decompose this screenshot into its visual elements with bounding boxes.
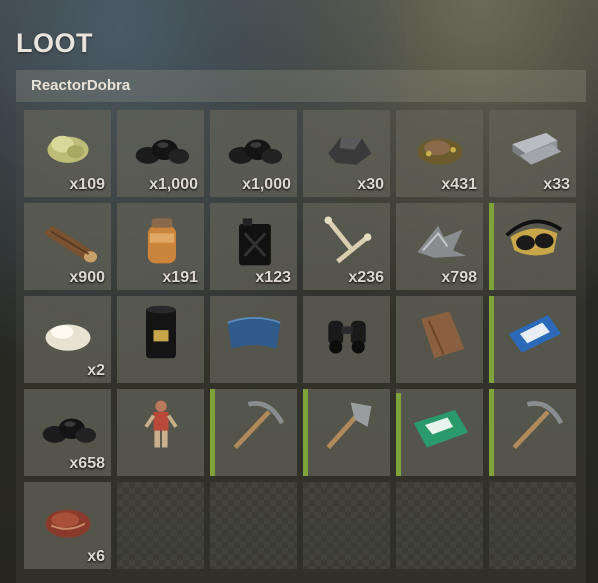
item-quantity: x236 [348, 269, 384, 286]
jerrycan-icon [239, 218, 271, 266]
item-quantity: x33 [543, 176, 570, 193]
inventory-slot[interactable] [117, 296, 204, 383]
item-quantity: x900 [69, 269, 105, 286]
inventory-slot[interactable] [303, 296, 390, 383]
inventory-slot[interactable] [396, 296, 483, 383]
pickaxe-icon [512, 401, 564, 450]
oil-barrel-icon [146, 305, 176, 359]
inventory-slot[interactable]: x900 [24, 203, 111, 290]
condition-bar [303, 389, 308, 476]
loot-grid: x109 x1,000 x1,000 x30 x431 x33 x900 x191 x123 x2… [24, 110, 576, 569]
empty-slot[interactable] [210, 482, 297, 569]
metal-ore-icon [328, 136, 372, 165]
item-quantity: x6 [87, 548, 105, 565]
hq-metal-ingot-icon [512, 132, 562, 165]
item-quantity: x123 [255, 269, 291, 286]
inventory-slot[interactable]: x1,000 [117, 110, 204, 197]
container-name-bar: ReactorDobra [16, 70, 586, 102]
inventory-slot[interactable]: x236 [303, 203, 390, 290]
item-quantity: x1,000 [242, 176, 291, 193]
coal-icon [228, 139, 283, 164]
container-name: ReactorDobra [31, 77, 131, 94]
empty-slot[interactable] [303, 482, 390, 569]
empty-slot[interactable] [117, 482, 204, 569]
loot-title: LOOT [16, 28, 93, 58]
inventory-slot[interactable] [210, 296, 297, 383]
condition-bar [489, 203, 494, 290]
bone-fragments-icon [324, 216, 372, 264]
cloth-icon [45, 324, 91, 351]
item-quantity: x431 [441, 176, 477, 193]
inventory-slot[interactable]: x109 [24, 110, 111, 197]
inventory-slot[interactable]: x30 [303, 110, 390, 197]
item-quantity: x191 [162, 269, 198, 286]
wood-log-icon [43, 225, 98, 263]
inventory-slot[interactable]: x6 [24, 482, 111, 569]
inventory-slot[interactable]: x123 [210, 203, 297, 290]
condition-bar [489, 296, 494, 383]
condition-bar [210, 389, 215, 476]
blue-keycard-icon [508, 315, 562, 353]
inventory-slot[interactable]: x33 [489, 110, 576, 197]
inventory-slot[interactable] [489, 296, 576, 383]
inventory-slot[interactable]: x1,000 [210, 110, 297, 197]
inventory-slot[interactable] [303, 389, 390, 476]
raw-meat-icon [45, 509, 91, 538]
coal-icon [135, 139, 190, 164]
item-quantity: x2 [87, 362, 105, 379]
condition-bar [489, 389, 494, 476]
coal-icon [42, 418, 97, 443]
sulfur-ore-icon [47, 135, 89, 163]
inventory-slot[interactable] [210, 389, 297, 476]
green-keycard-icon [413, 410, 469, 448]
item-quantity: x1,000 [149, 176, 198, 193]
empty-slot[interactable] [489, 482, 576, 569]
binoculars-icon [328, 320, 366, 354]
diving-mask-icon [505, 219, 563, 256]
item-quantity: x30 [357, 176, 384, 193]
metal-fragments-icon [417, 225, 467, 258]
pickaxe-icon [233, 401, 285, 450]
item-quantity: x658 [69, 455, 105, 472]
item-quantity: x798 [441, 269, 477, 286]
item-quantity: x109 [69, 176, 105, 193]
empty-slot[interactable] [396, 482, 483, 569]
inventory-slot[interactable] [489, 203, 576, 290]
inventory-slot[interactable]: x191 [117, 203, 204, 290]
inventory-slot[interactable] [117, 389, 204, 476]
wooden-plank-icon [421, 311, 465, 359]
inventory-slot[interactable]: x798 [396, 203, 483, 290]
inventory-slot[interactable]: x2 [24, 296, 111, 383]
inventory-slot[interactable] [396, 389, 483, 476]
tarp-icon [227, 317, 281, 349]
inventory-slot[interactable]: x431 [396, 110, 483, 197]
condition-bar [396, 393, 401, 476]
figurine-icon [144, 400, 178, 448]
hq-metal-ore-icon [417, 138, 463, 165]
inventory-slot[interactable] [489, 389, 576, 476]
hatchet-icon [326, 402, 372, 450]
inventory-slot[interactable]: x658 [24, 389, 111, 476]
jar-icon [147, 218, 176, 264]
